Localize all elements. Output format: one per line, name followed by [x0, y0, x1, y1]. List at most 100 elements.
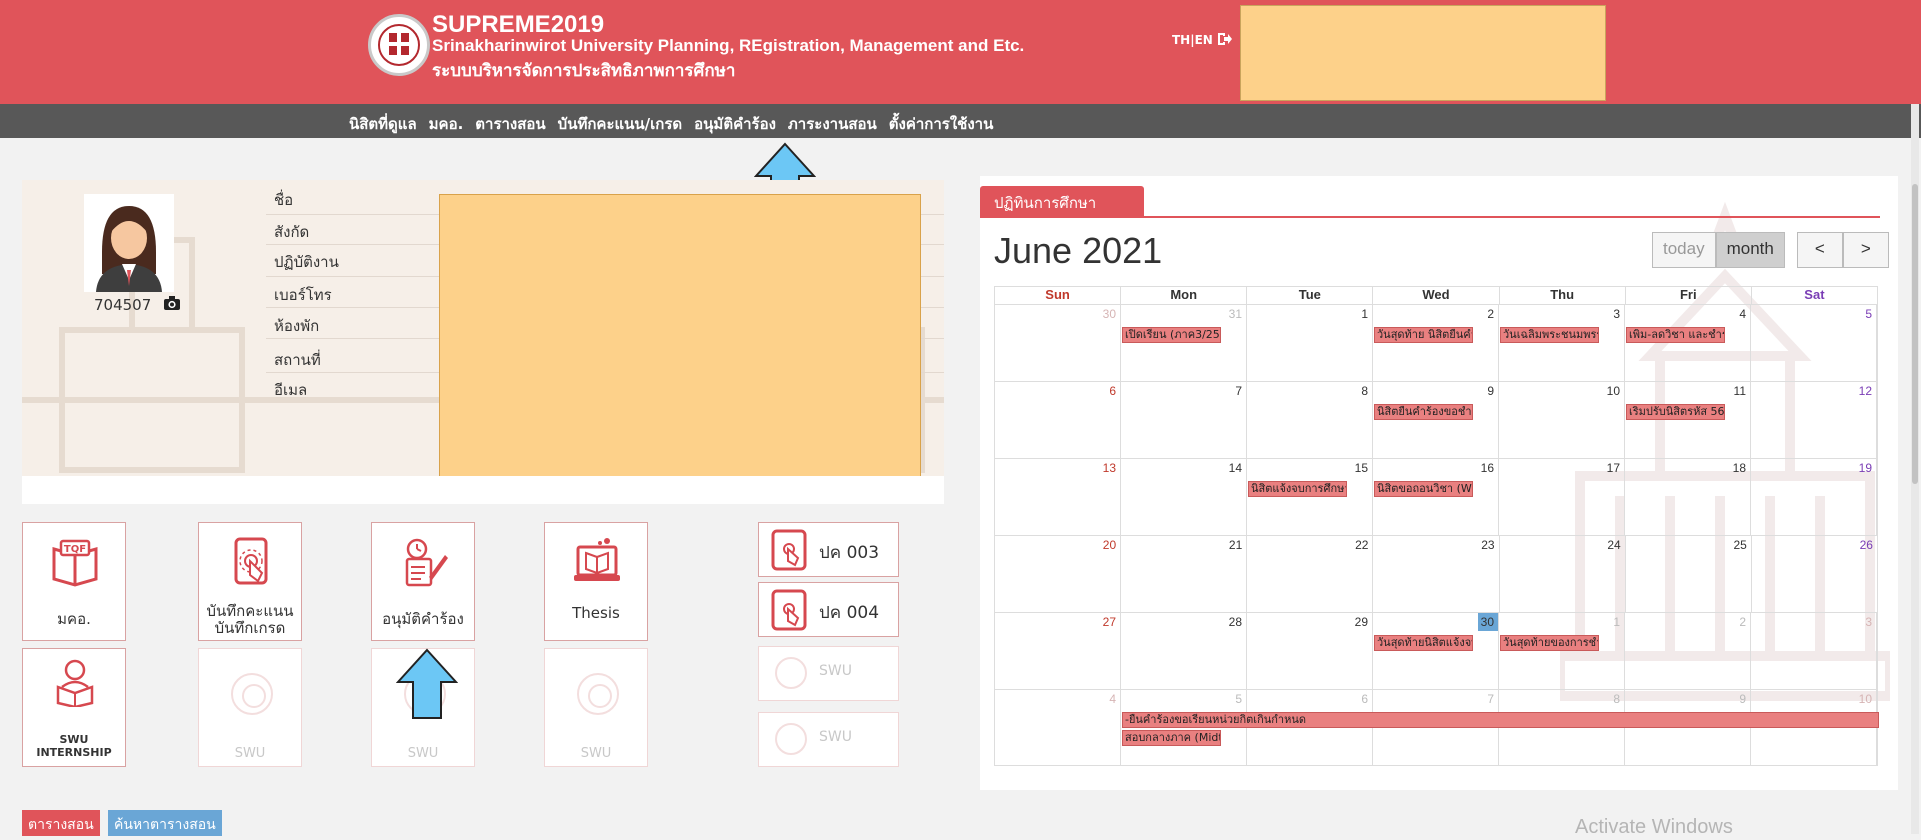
calendar-day[interactable]: 23: [1373, 536, 1500, 612]
calendar-day[interactable]: 1: [1247, 305, 1373, 381]
calendar-day[interactable]: 17: [1499, 459, 1625, 535]
calendar-event-span[interactable]: -ยื่นคำร้องขอเรียนหน่วยกิตเกินกำหนด: [1122, 712, 1879, 728]
calendar-event[interactable]: วันสุดท้ายของการชำระ: [1500, 635, 1599, 651]
tile-swu-label: SWU: [407, 746, 439, 761]
calendar-day[interactable]: 26: [1752, 536, 1877, 612]
calendar-grid: Sun Mon Tue Wed Thu Fri Sat 30 31 1 2 3 …: [994, 286, 1879, 766]
nav-grades[interactable]: บันทึกคะแนน/เกรด: [558, 112, 683, 136]
nav-schedule[interactable]: ตารางสอน: [475, 112, 545, 136]
page-scrollbar[interactable]: [1911, 104, 1919, 834]
calendar-day[interactable]: 24: [1500, 536, 1626, 612]
tablet-touch-icon: [771, 529, 807, 571]
calendar-day[interactable]: 4: [1625, 305, 1751, 381]
weekday-wed: Wed: [1373, 287, 1500, 304]
tile-thesis[interactable]: Thesis: [544, 522, 648, 641]
app-subtitle-en: Srinakharinwirot University Planning, RE…: [432, 36, 1025, 55]
tile-swu-label: SWU: [234, 746, 266, 761]
tab-academic-calendar[interactable]: ปฏิทินการศึกษา: [980, 186, 1144, 216]
tile-pk003-label: ปค 003: [819, 543, 880, 563]
calendar-day[interactable]: 3: [1499, 305, 1625, 381]
nav-students[interactable]: นิสิตที่ดูแล: [349, 112, 417, 136]
tile-swu-internship[interactable]: SWU INTERNSHIP: [22, 648, 126, 767]
tile-swu-small-1[interactable]: SWU: [758, 646, 899, 701]
calendar-event[interactable]: วันสุดท้ายนิสิตแจ้งจบ: [1374, 635, 1473, 651]
calendar-event[interactable]: เริ่มปรับนิสิตรหัส 56-6: [1626, 404, 1725, 420]
calendar-day[interactable]: 10: [1499, 382, 1625, 458]
calendar-week: 30 31 1 2 3 4 5 เปิดเรียน (ภาค3/2563 วัน…: [994, 304, 1878, 381]
main-nav: นิสิตที่ดูแล มคอ. ตารางสอน บันทึกคะแนน/เ…: [0, 104, 1921, 138]
calendar-day[interactable]: 13: [995, 459, 1121, 535]
calendar-event[interactable]: นิสิตขอถอนวิชา (With: [1374, 481, 1473, 497]
calendar-day[interactable]: 15: [1247, 459, 1373, 535]
seal-icon: [231, 673, 273, 715]
calendar-day[interactable]: 7: [1121, 382, 1247, 458]
calendar-event[interactable]: วันสุดท้าย นิสิตยื่นคำร้: [1374, 327, 1473, 343]
label-room: ห้องพัก: [274, 317, 320, 335]
calendar-day[interactable]: 2: [1373, 305, 1499, 381]
calendar-day[interactable]: 8: [1247, 382, 1373, 458]
calendar-day[interactable]: 4: [995, 690, 1121, 765]
calendar-day[interactable]: 16: [1373, 459, 1499, 535]
tile-thesis-label: Thesis: [572, 604, 620, 622]
calendar-event[interactable]: เพิ่ม-ลดวิชา และชำระ: [1626, 327, 1725, 343]
next-month-button[interactable]: >: [1842, 232, 1889, 268]
calendar-day-today[interactable]: 30: [1373, 613, 1499, 689]
calendar-event[interactable]: นิสิตแจ้งจบการศึกษา: [1248, 481, 1347, 497]
university-logo: [368, 14, 430, 76]
tile-swu-placeholder-3[interactable]: SWU: [544, 648, 648, 767]
calendar-day[interactable]: 25: [1626, 536, 1752, 612]
profile-card: 704507 ชื่อ สังกัด ปฏิบัติงาน เบอร์โทร ห…: [22, 180, 944, 476]
tile-pk003[interactable]: ปค 003: [758, 522, 899, 577]
nav-settings[interactable]: ตั้งค่าการใช้งาน: [889, 112, 994, 136]
calendar-event[interactable]: เปิดเรียน (ภาค3/2563: [1122, 327, 1221, 343]
activate-windows-watermark: Activate Windows: [1575, 816, 1733, 838]
weekday-mon: Mon: [1121, 287, 1248, 304]
calendar-event[interactable]: นิสิตยื่นคำร้องขอชำระ: [1374, 404, 1473, 420]
calendar-day[interactable]: 14: [1121, 459, 1247, 535]
calendar-day[interactable]: 2: [1625, 613, 1751, 689]
calendar-day[interactable]: 18: [1625, 459, 1751, 535]
tile-approve-label: อนุมัติคำร้อง: [382, 610, 464, 628]
user-id: 704507: [94, 296, 152, 314]
calendar-day[interactable]: 29: [1247, 613, 1373, 689]
calendar-day[interactable]: 6: [995, 382, 1121, 458]
search-schedule-button[interactable]: ค้นหาตารางสอน: [108, 810, 222, 836]
logout-icon[interactable]: [1216, 31, 1232, 47]
schedule-button[interactable]: ตารางสอน: [22, 810, 100, 836]
tile-swu-small-2[interactable]: SWU: [758, 712, 899, 767]
calendar-day[interactable]: 3: [1751, 613, 1877, 689]
nav-approve-requests[interactable]: อนุมัติคำร้อง: [694, 112, 776, 136]
language-switch[interactable]: TH|EN: [1172, 33, 1213, 47]
calendar-day[interactable]: 20: [995, 536, 1122, 612]
seal-icon: [775, 657, 807, 689]
month-view-button[interactable]: month: [1715, 232, 1785, 268]
calendar-day[interactable]: 21: [1121, 536, 1248, 612]
calendar-day[interactable]: 22: [1247, 536, 1374, 612]
calendar-day[interactable]: 11: [1625, 382, 1751, 458]
calendar-day[interactable]: 30: [995, 305, 1121, 381]
nav-tqf[interactable]: มคอ.: [429, 112, 464, 136]
calendar-event[interactable]: สอบกลางภาค (Midte: [1122, 730, 1221, 746]
tile-approve-requests[interactable]: อนุมัติคำร้อง: [371, 522, 475, 641]
calendar-day[interactable]: 12: [1751, 382, 1877, 458]
calendar-week: 20 21 22 23 24 25 26: [994, 535, 1878, 612]
calendar-day[interactable]: 28: [1121, 613, 1247, 689]
calendar-day[interactable]: 1: [1499, 613, 1625, 689]
calendar-day[interactable]: 19: [1751, 459, 1877, 535]
calendar-day[interactable]: 27: [995, 613, 1121, 689]
calendar-event[interactable]: วันเฉลิมพระชนมพรรษ: [1500, 327, 1599, 343]
camera-icon[interactable]: [163, 295, 181, 311]
clipboard-pen-icon: [405, 538, 448, 587]
today-button[interactable]: today: [1652, 232, 1716, 268]
calendar-day[interactable]: 31: [1121, 305, 1247, 381]
prev-month-button[interactable]: <: [1796, 232, 1843, 268]
seal-icon: [577, 673, 619, 715]
calendar-day[interactable]: 5: [1751, 305, 1877, 381]
tile-tqf[interactable]: TQF มคอ.: [22, 522, 126, 641]
tile-grades[interactable]: บันทึกคะแนน บันทึกเกรด: [198, 522, 302, 641]
tile-pk004[interactable]: ปค 004: [758, 582, 899, 637]
nav-teaching-load[interactable]: ภาระงานสอน: [788, 112, 877, 136]
calendar-day[interactable]: 9: [1373, 382, 1499, 458]
tile-swu-placeholder-1[interactable]: SWU: [198, 648, 302, 767]
tile-grades-label-2: บันทึกเกรด: [214, 619, 286, 637]
